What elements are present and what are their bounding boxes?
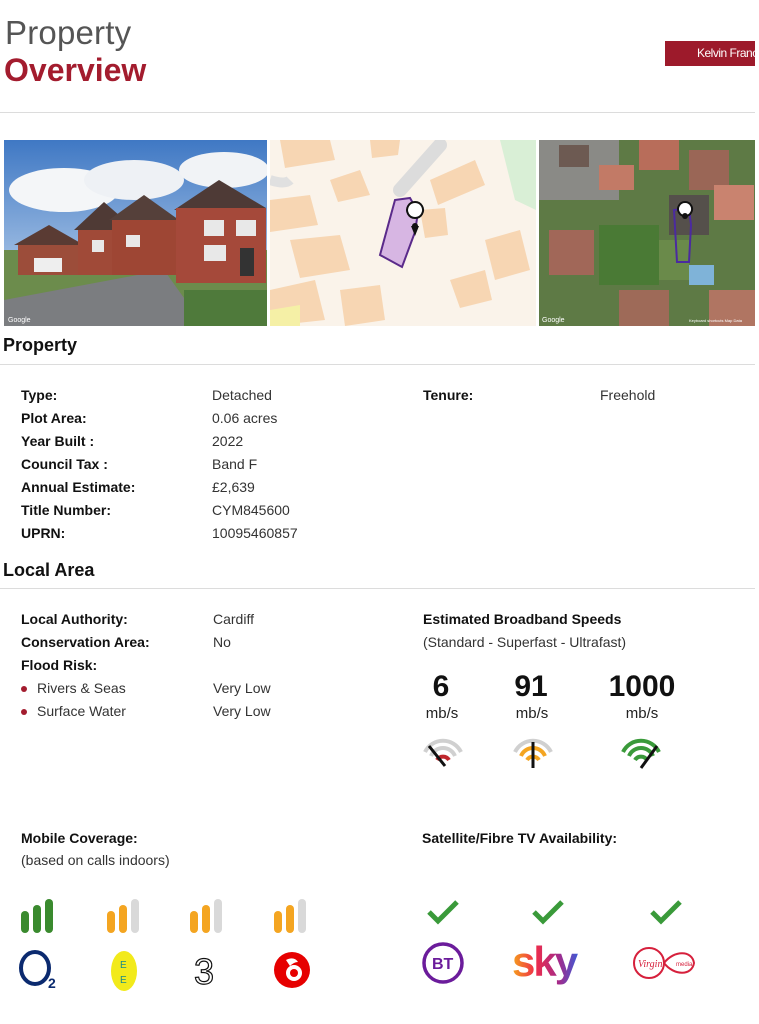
- flood-item-label: Rivers & Seas: [37, 680, 126, 696]
- signal-bar: [286, 905, 294, 933]
- property-row-label: Council Tax :: [21, 456, 108, 472]
- property-row-label: Title Number:: [21, 502, 111, 518]
- svg-text:BT: BT: [432, 956, 454, 973]
- flood-item-label: Surface Water: [37, 703, 126, 719]
- check-icon: [650, 900, 682, 925]
- o2-logo: 2: [19, 950, 56, 991]
- local-authority-label: Local Authority:: [21, 611, 128, 627]
- speedometer-high-icon: [621, 738, 661, 769]
- signal-bar: [131, 899, 139, 933]
- speedometer-low-icon: [423, 738, 463, 767]
- property-heading: Property: [3, 335, 78, 355]
- virgin-media-logo: Virgin media: [633, 947, 696, 979]
- mobile-coverage-title: Mobile Coverage:: [21, 830, 138, 846]
- signal-bar: [119, 905, 127, 933]
- property-row-value: Band F: [212, 456, 258, 472]
- page-title-line1: Property: [5, 14, 132, 51]
- check-icon: [427, 900, 459, 925]
- property-divider: [0, 364, 755, 365]
- svg-text:Virgin: Virgin: [638, 959, 662, 970]
- speed-standard-unit: mb/s: [425, 705, 459, 722]
- svg-text:sky: sky: [512, 940, 579, 985]
- speedometer-mid-icon: [513, 738, 553, 768]
- tenure-value: Freehold: [600, 387, 656, 403]
- bullet-icon: [21, 709, 27, 715]
- street-view-photo: Google: [4, 140, 267, 326]
- bt-logo: BT: [422, 942, 464, 984]
- property-row-value: CYM845600: [212, 502, 290, 518]
- signal-bar: [107, 911, 115, 933]
- property-row-label: Type:: [21, 387, 58, 403]
- svg-text:3: 3: [194, 951, 214, 990]
- svg-text:E: E: [120, 960, 127, 971]
- property-row-value: 0.06 acres: [212, 410, 278, 426]
- signal-bar: [21, 911, 29, 933]
- local-area-divider: [0, 588, 755, 589]
- tenure-label: Tenure:: [423, 387, 474, 403]
- signal-bar: [202, 905, 210, 933]
- flood-item-value: Very Low: [213, 703, 271, 719]
- signal-bar: [190, 911, 198, 933]
- page-title-line2: Overview: [4, 52, 147, 88]
- speed-standard-value: 6: [432, 670, 450, 703]
- satellite-credit: Google: [542, 317, 565, 324]
- bullet-icon: [21, 686, 27, 692]
- signal-bar: [45, 899, 53, 933]
- signal-bar: [274, 911, 282, 933]
- three-logo: 3: [193, 950, 214, 990]
- satellite-view: Google Keyboard shortcuts Map Data: [539, 140, 755, 326]
- speed-superfast-value: 91: [514, 670, 548, 703]
- header-divider: [0, 112, 755, 113]
- flood-risk-label: Flood Risk:: [21, 657, 98, 673]
- plot-map: [270, 140, 536, 326]
- speed-ultrafast-unit: mb/s: [625, 705, 659, 722]
- svg-text:2: 2: [48, 975, 56, 991]
- speed-superfast-unit: mb/s: [515, 705, 549, 722]
- conservation-area-label: Conservation Area:: [21, 634, 150, 650]
- satellite-attribution: Keyboard shortcuts Map Data: [689, 318, 743, 323]
- check-icon: [532, 900, 564, 925]
- signal-bar: [298, 899, 306, 933]
- local-area-heading: Local Area: [3, 560, 95, 580]
- mobile-coverage-subtitle: (based on calls indoors): [21, 852, 170, 868]
- sky-logo: sky: [512, 940, 581, 985]
- vodafone-logo: [274, 952, 310, 988]
- property-row-value: 10095460857: [212, 525, 298, 541]
- speed-ultrafast-value: 1000: [608, 670, 676, 703]
- property-row-value: Detached: [212, 387, 272, 403]
- brand-logo: Kelvin Francis: [665, 41, 755, 66]
- conservation-area-value: No: [213, 634, 231, 650]
- svg-text:E: E: [120, 975, 127, 986]
- broadband-subtitle: (Standard - Superfast - Ultrafast): [423, 634, 627, 650]
- ee-logo: E E: [111, 951, 137, 991]
- signal-bar: [33, 905, 41, 933]
- signal-bar: [214, 899, 222, 933]
- tv-availability-title: Satellite/Fibre TV Availability:: [422, 830, 618, 846]
- flood-item-value: Very Low: [213, 680, 271, 696]
- property-row-label: Annual Estimate:: [21, 479, 136, 495]
- property-row-value: £2,639: [212, 479, 255, 495]
- street-view-credit: Google: [8, 317, 31, 324]
- property-row-label: Plot Area:: [21, 410, 87, 426]
- property-row-label: Year Built :: [21, 433, 95, 449]
- broadband-title: Estimated Broadband Speeds: [423, 611, 622, 627]
- local-authority-value: Cardiff: [213, 611, 254, 627]
- svg-text:media: media: [676, 962, 693, 968]
- property-row-value: 2022: [212, 433, 244, 449]
- property-row-label: UPRN:: [21, 525, 66, 541]
